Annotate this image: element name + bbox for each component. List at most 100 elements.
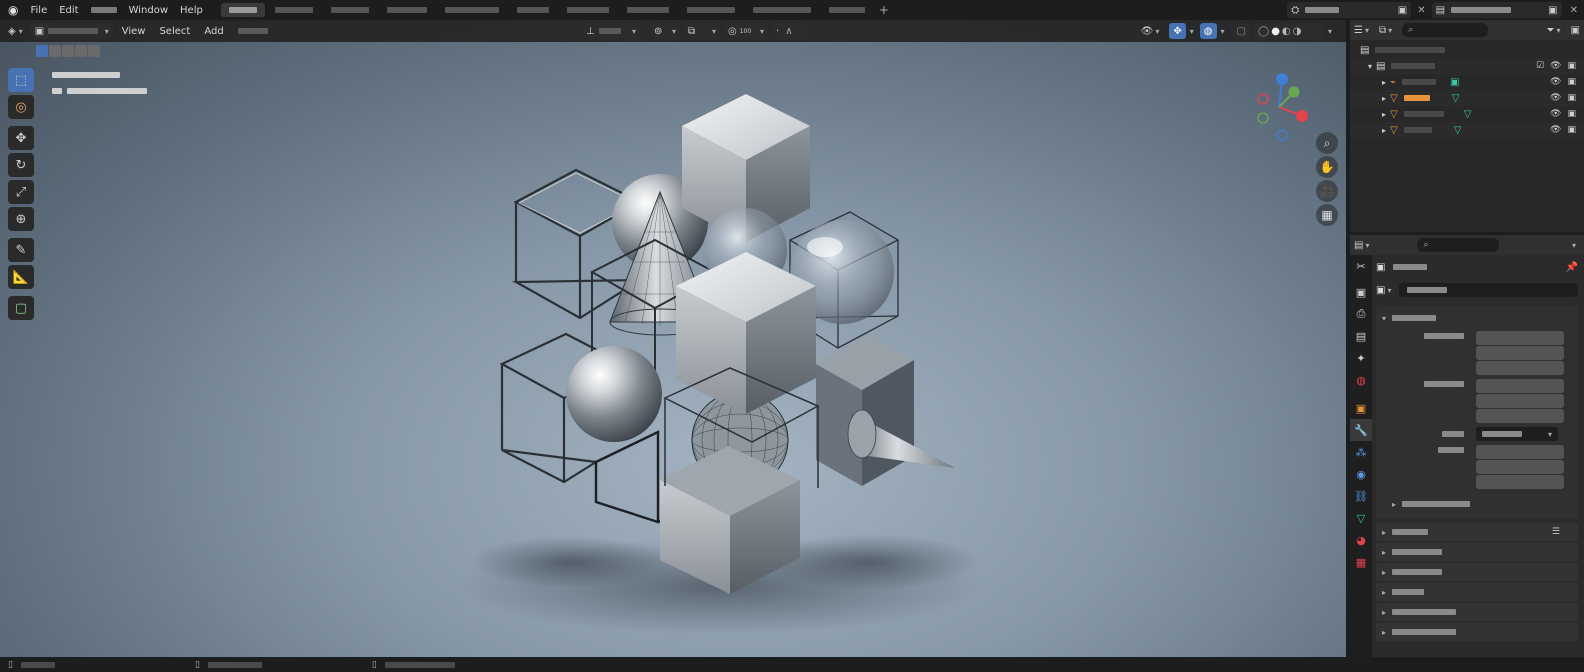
- modifier-panel-header[interactable]: ▾: [1376, 309, 1578, 327]
- eye-icon[interactable]: 👁: [1550, 125, 1561, 135]
- tab-object[interactable]: ▣: [1350, 397, 1372, 419]
- select-box-tool[interactable]: ⬚: [8, 68, 34, 92]
- menu-object[interactable]: [237, 26, 268, 37]
- camera-icon[interactable]: ▣: [1567, 77, 1576, 87]
- property-field[interactable]: [1476, 460, 1564, 474]
- expand-right-icon[interactable]: ▸: [1382, 126, 1386, 135]
- outliner-row-mesh[interactable]: ▸ ▽ ▽ 👁 ▣: [1350, 122, 1584, 138]
- property-field[interactable]: [1476, 394, 1564, 408]
- navigation-gizmo[interactable]: [1242, 70, 1316, 144]
- property-field[interactable]: [1476, 475, 1564, 489]
- menu-help[interactable]: Help: [180, 5, 203, 16]
- property-field[interactable]: [1476, 379, 1564, 393]
- outliner-search-input[interactable]: ⌕: [1402, 23, 1489, 37]
- camera-icon[interactable]: ▣: [1567, 93, 1576, 103]
- tab-texture[interactable]: ▦: [1350, 551, 1372, 573]
- tab-view-layer[interactable]: ▤: [1350, 325, 1372, 347]
- visibility-dropdown[interactable]: 👁 ▾: [1137, 23, 1164, 39]
- move-tool[interactable]: ✥: [8, 126, 34, 150]
- collapsed-panel[interactable]: ▸: [1376, 563, 1578, 581]
- object-name-field[interactable]: [1399, 283, 1578, 297]
- tab-constraints[interactable]: ⛓: [1350, 485, 1372, 507]
- workspace-tab-layout[interactable]: [220, 3, 265, 17]
- tab-world[interactable]: ◍: [1350, 369, 1372, 391]
- workspace-tab-uv-editing[interactable]: [379, 3, 435, 17]
- collapsed-panel[interactable]: ▸: [1376, 603, 1578, 621]
- select-intersect-icon[interactable]: [88, 45, 100, 57]
- gizmo-toggle[interactable]: ✥: [1169, 23, 1186, 39]
- zoom-button[interactable]: ⌕: [1316, 132, 1338, 154]
- tab-data[interactable]: ▽: [1350, 507, 1372, 529]
- new-scene-icon[interactable]: ▣: [1398, 5, 1407, 16]
- pivot-dropdown[interactable]: ⊚ ▾: [650, 23, 680, 39]
- workspace-tab-shading[interactable]: [509, 3, 557, 17]
- transform-tool[interactable]: ⊕: [8, 207, 34, 231]
- expand-right-icon[interactable]: ▸: [1382, 94, 1386, 103]
- cursor-tool[interactable]: ◎: [8, 95, 34, 119]
- collapsed-panel[interactable]: ▸ ☰: [1376, 523, 1578, 541]
- select-extend-icon[interactable]: [49, 45, 61, 57]
- add-workspace-icon[interactable]: +: [879, 3, 889, 17]
- select-subtract-icon[interactable]: [62, 45, 74, 57]
- collapsed-panel[interactable]: ▸: [1376, 543, 1578, 561]
- proportional-edit-dropdown[interactable]: ◎ 100 ▾: [724, 23, 768, 39]
- outliner-editor-icon[interactable]: ☰: [1354, 25, 1363, 36]
- transform-orientation-dropdown[interactable]: ⊥ ▾: [582, 23, 640, 39]
- workspace-tab-compositing[interactable]: [679, 3, 743, 17]
- expand-down-icon[interactable]: ▾: [1368, 62, 1372, 71]
- workspace-tab-modeling[interactable]: [267, 3, 321, 17]
- camera-icon[interactable]: ▣: [1567, 109, 1576, 119]
- workspace-tab-rendering[interactable]: [619, 3, 677, 17]
- mode-dropdown[interactable]: ▣ ▾: [30, 23, 113, 39]
- blender-logo-icon[interactable]: ◉: [8, 3, 18, 17]
- eye-icon[interactable]: 👁: [1550, 109, 1561, 119]
- outliner-row-scene-collection[interactable]: ▤: [1350, 42, 1584, 58]
- workspace-tab-sculpting[interactable]: [323, 3, 377, 17]
- menu-file[interactable]: File: [30, 5, 47, 16]
- editor-type-dropdown[interactable]: ◈ ▾: [4, 23, 27, 39]
- expand-right-icon[interactable]: ▸: [1382, 78, 1386, 87]
- menu-edit[interactable]: Edit: [59, 5, 78, 16]
- scene-selector[interactable]: ⛭ ▣: [1287, 2, 1412, 18]
- collapsed-panel[interactable]: ▸: [1376, 583, 1578, 601]
- menu-render[interactable]: [90, 5, 117, 16]
- property-field[interactable]: [1476, 361, 1564, 375]
- chevron-down-icon[interactable]: ▾: [1190, 27, 1194, 36]
- tab-particles[interactable]: ⁂: [1350, 441, 1372, 463]
- measure-tool[interactable]: 📐: [8, 265, 34, 289]
- outliner-row-mesh-selected[interactable]: ▸ ▽ ▽ 👁 ▣: [1350, 90, 1584, 106]
- view-layer-selector[interactable]: ▤ ▣: [1431, 2, 1562, 18]
- tab-tool[interactable]: ✂: [1350, 255, 1372, 277]
- properties-search-input[interactable]: ⌕: [1417, 238, 1500, 252]
- workspace-tab-geometry-nodes[interactable]: [745, 3, 819, 17]
- new-collection-icon[interactable]: ▣: [1571, 25, 1580, 36]
- property-field[interactable]: [1476, 331, 1564, 345]
- eye-icon[interactable]: 👁: [1550, 61, 1561, 71]
- tab-scene[interactable]: ✦: [1350, 347, 1372, 369]
- outliner-row-collection[interactable]: ▾ ▤ ☑ 👁 ▣: [1350, 58, 1584, 74]
- scale-tool[interactable]: ⤢: [8, 180, 34, 204]
- wireframe-shading-icon[interactable]: ◯: [1258, 26, 1269, 37]
- property-field[interactable]: [1476, 346, 1564, 360]
- property-field[interactable]: [1476, 445, 1564, 459]
- filter-icon[interactable]: ⏷: [1547, 25, 1555, 36]
- 3d-viewport[interactable]: ◈ ▾ ▣ ▾ View Select Add ⊥ ▾ ⊚ ▾ ⧉ ▾ ◎ 10…: [0, 20, 1346, 657]
- camera-icon[interactable]: ▣: [1567, 61, 1576, 71]
- menu-view[interactable]: View: [122, 26, 146, 37]
- tab-physics[interactable]: ◉: [1350, 463, 1372, 485]
- workspace-tab-scripting[interactable]: [821, 3, 873, 17]
- checkbox-icon[interactable]: ☑: [1536, 61, 1544, 71]
- menu-select[interactable]: Select: [159, 26, 190, 37]
- new-view-layer-icon[interactable]: ▣: [1548, 5, 1557, 16]
- rendered-shading-icon[interactable]: ◑: [1293, 26, 1302, 37]
- camera-view-button[interactable]: 🎥: [1316, 180, 1338, 202]
- select-invert-icon[interactable]: [75, 45, 87, 57]
- tab-output[interactable]: ⎙: [1350, 303, 1372, 325]
- property-field[interactable]: [1476, 409, 1564, 423]
- select-new-icon[interactable]: [36, 45, 48, 57]
- material-shading-icon[interactable]: ◐: [1282, 26, 1291, 37]
- pan-button[interactable]: ✋: [1316, 156, 1338, 178]
- expand-right-icon[interactable]: ▸: [1382, 110, 1386, 119]
- list-icon[interactable]: ☰: [1552, 527, 1560, 537]
- chevron-down-icon[interactable]: ▾: [1221, 27, 1225, 36]
